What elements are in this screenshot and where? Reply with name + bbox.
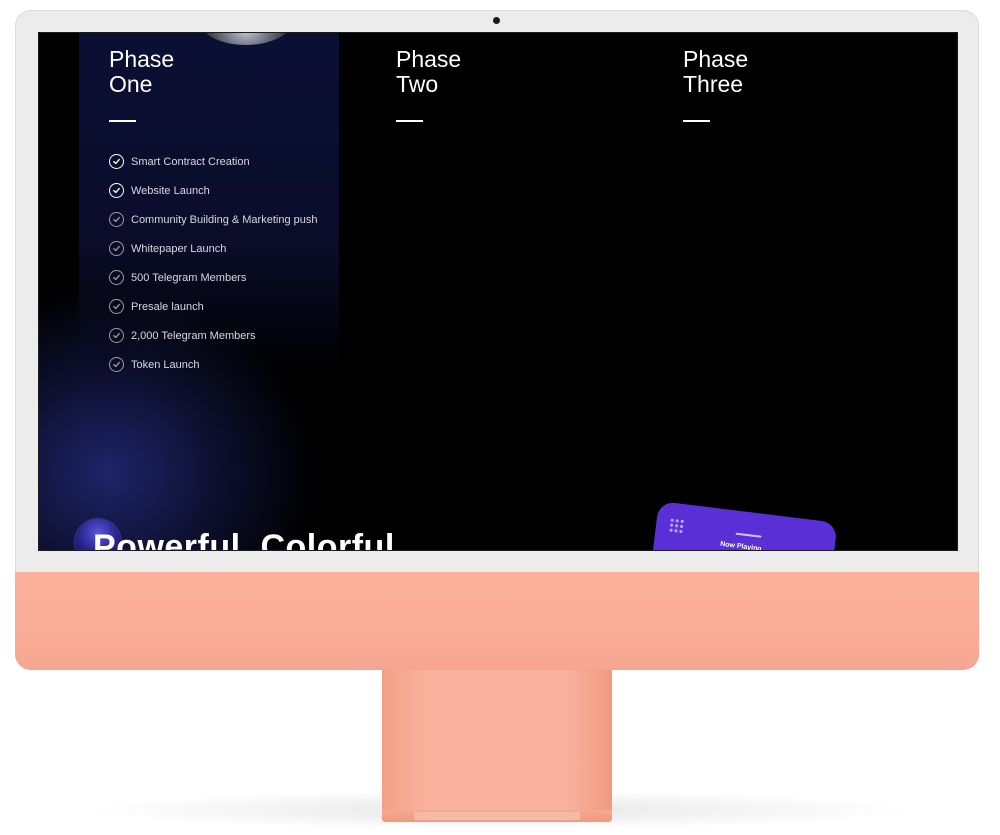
check-circle-icon — [109, 241, 124, 256]
checklist-item-label: Whitepaper Launch — [131, 242, 227, 255]
checklist-item-label: Presale launch — [131, 300, 204, 313]
check-circle-icon — [109, 270, 124, 285]
phone-notch — [735, 532, 762, 538]
checklist-item-label: Smart Contract Creation — [131, 155, 250, 168]
imac-stand-foot-inner — [414, 812, 580, 820]
phase-one-column: Phase One Smart Contract Creation Website… — [109, 47, 349, 379]
checklist-item: Smart Contract Creation — [109, 147, 349, 176]
checklist-item: 500 Telegram Members — [109, 263, 349, 292]
check-circle-icon — [109, 154, 124, 169]
checklist-item: Presale launch — [109, 292, 349, 321]
phase-three-divider — [683, 120, 710, 122]
imac-stand — [382, 670, 612, 810]
checklist-item: Whitepaper Launch — [109, 234, 349, 263]
phase-one-checklist: Smart Contract Creation Website Launch Com… — [109, 147, 349, 379]
phase-one-divider — [109, 120, 136, 122]
checklist-item-label: Token Launch — [131, 358, 200, 371]
camera-icon — [493, 17, 500, 24]
check-circle-icon — [109, 212, 124, 227]
phase-one-title: Phase One — [109, 46, 175, 97]
grid-icon — [669, 518, 684, 534]
imac-chin — [15, 572, 979, 670]
phase-two-column: Phase Two — [396, 47, 636, 122]
now-playing-label: Now Playing — [719, 540, 762, 551]
check-circle-icon — [109, 328, 124, 343]
phase-two-title: Phase Two — [396, 46, 462, 97]
check-circle-icon — [109, 357, 124, 372]
checklist-item: 2,000 Telegram Members — [109, 321, 349, 350]
checklist-item-label: Website Launch — [131, 184, 210, 197]
checklist-item-label: 2,000 Telegram Members — [131, 329, 256, 342]
imac-frame: Phase One Smart Contract Creation Website… — [15, 10, 979, 670]
checklist-item: Website Launch — [109, 176, 349, 205]
checklist-item-label: Community Building & Marketing push — [131, 213, 318, 226]
check-circle-icon — [109, 183, 124, 198]
checklist-item: Token Launch — [109, 350, 349, 379]
screen: Phase One Smart Contract Creation Website… — [38, 32, 958, 551]
checklist-item-label: 500 Telegram Members — [131, 271, 247, 284]
phase-three-column: Phase Three — [683, 47, 923, 122]
phone-mockup: Now Playing — [648, 501, 838, 551]
phase-two-divider — [396, 120, 423, 122]
section-heading: Powerful. Colorful — [93, 528, 395, 551]
check-circle-icon — [109, 299, 124, 314]
phase-three-title: Phase Three — [683, 46, 749, 97]
checklist-item: Community Building & Marketing push — [109, 205, 349, 234]
